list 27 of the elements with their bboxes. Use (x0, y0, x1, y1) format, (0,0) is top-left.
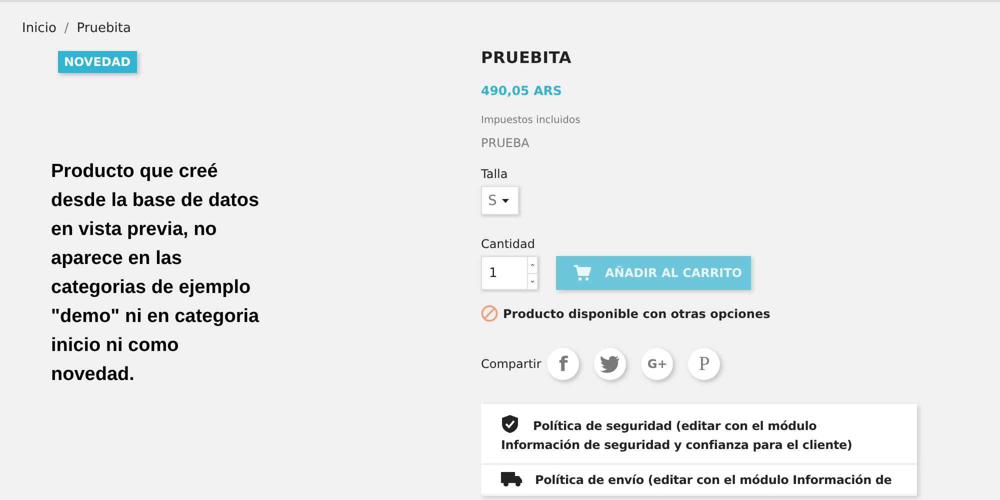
quantity-label: Cantidad (481, 237, 536, 251)
breadcrumb-link[interactable]: Pruebita (76, 21, 131, 36)
product-title: PRUEBITA (481, 48, 573, 67)
twitter-share-button[interactable] (594, 348, 626, 380)
cart-icon (574, 265, 591, 281)
size-dropdown[interactable]: S (481, 186, 519, 215)
policy-text: Política de envío (editar con el módulo Información de (501, 471, 897, 490)
facebook-share-button[interactable]: f (547, 348, 580, 380)
new-badge: NOVEDAD (58, 51, 137, 73)
pinterest-share-button[interactable]: P (688, 348, 720, 380)
breadcrumb-link[interactable]: Inicio (22, 21, 56, 36)
quantity-field[interactable]: 1 (481, 256, 538, 290)
annotation-text: Producto que creé desde la base de datos en vista previa, no aparece en las categorias de ejemplo "demo" ni en categoria inicio ni como novedad. (51, 160, 260, 387)
product-price: 490,05 ARS (481, 83, 563, 98)
google-plus-share-button[interactable]: G+ (641, 348, 674, 380)
availability-text: Producto disponible con otras opciones (503, 306, 770, 320)
unavailable-icon (481, 305, 498, 322)
policy-text: Política de seguridad (editar con el módulo Información de seguridad y confianza para el cliente) (501, 414, 897, 455)
bird-icon (600, 356, 620, 372)
caret-icon (502, 198, 509, 202)
tax-note: Impuestos incluidos (481, 115, 582, 126)
size-label: Talla (481, 167, 509, 181)
share-label: Compartir (481, 357, 542, 371)
breadcrumb-separator: / (64, 21, 69, 36)
product-reference: PRUEBA (481, 136, 530, 150)
truck-icon (501, 471, 523, 487)
shield-check-icon (501, 414, 519, 434)
